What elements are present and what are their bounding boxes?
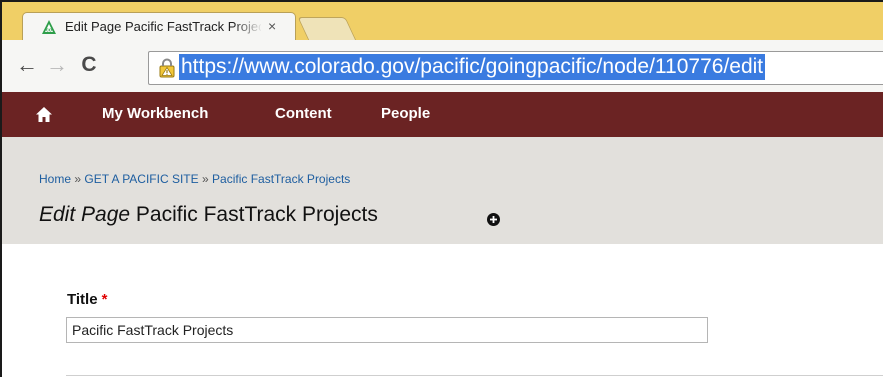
- breadcrumb-pacific-fasttrack-projects[interactable]: Pacific FastTrack Projects: [212, 172, 350, 186]
- page-title: Edit Page Pacific FastTrack Projects: [39, 202, 378, 228]
- admin-menu-my-workbench[interactable]: My Workbench: [102, 105, 208, 123]
- reload-button[interactable]: C: [76, 54, 102, 76]
- page-header: Home » GET A PACIFIC SITE » Pacific Fast…: [0, 137, 883, 244]
- new-tab-button[interactable]: [297, 17, 357, 41]
- forward-button[interactable]: →: [44, 54, 70, 76]
- breadcrumb-home[interactable]: Home: [39, 172, 71, 186]
- page-title-text: Pacific FastTrack Projects: [135, 203, 378, 226]
- browser-tab-strip: co Edit Page Pacific FastTrack Projects …: [0, 0, 883, 41]
- admin-menu-content[interactable]: Content: [275, 105, 332, 123]
- window-border-left: [0, 0, 2, 377]
- window-border-top: [0, 0, 883, 2]
- svg-text:co: co: [46, 28, 52, 34]
- required-marker: *: [101, 291, 108, 308]
- browser-tab[interactable]: co Edit Page Pacific FastTrack Projects …: [22, 12, 296, 41]
- home-icon[interactable]: [36, 107, 52, 122]
- url-text[interactable]: https://www.colorado.gov/pacific/goingpa…: [179, 54, 766, 80]
- back-button[interactable]: ←: [14, 54, 40, 76]
- page-title-prefix: Edit Page: [39, 203, 131, 226]
- admin-menu-people[interactable]: People: [381, 105, 430, 123]
- title-field-label: Title *: [67, 291, 107, 309]
- warning-lock-icon[interactable]: [157, 58, 177, 78]
- breadcrumb-separator: »: [202, 172, 209, 186]
- title-label-text: Title: [67, 291, 98, 308]
- breadcrumb-get-a-pacific-site[interactable]: GET A PACIFIC SITE: [84, 172, 198, 186]
- tab-title: Edit Page Pacific FastTrack Projects: [65, 19, 261, 34]
- address-bar[interactable]: https://www.colorado.gov/pacific/goingpa…: [148, 51, 883, 85]
- breadcrumb: Home » GET A PACIFIC SITE » Pacific Fast…: [39, 172, 350, 186]
- admin-toolbar: My Workbench Content People: [0, 92, 883, 137]
- title-input[interactable]: [66, 317, 708, 343]
- colorado-triangle-icon: co: [42, 20, 56, 34]
- tab-close-icon[interactable]: ×: [268, 18, 276, 34]
- breadcrumb-separator: »: [74, 172, 82, 186]
- form-divider: [66, 375, 883, 376]
- browser-toolbar: ← → C https://www.colorado.gov/pacific/g…: [0, 40, 883, 93]
- add-shortcut-icon[interactable]: [487, 213, 500, 226]
- tab-title-fade: [233, 17, 263, 37]
